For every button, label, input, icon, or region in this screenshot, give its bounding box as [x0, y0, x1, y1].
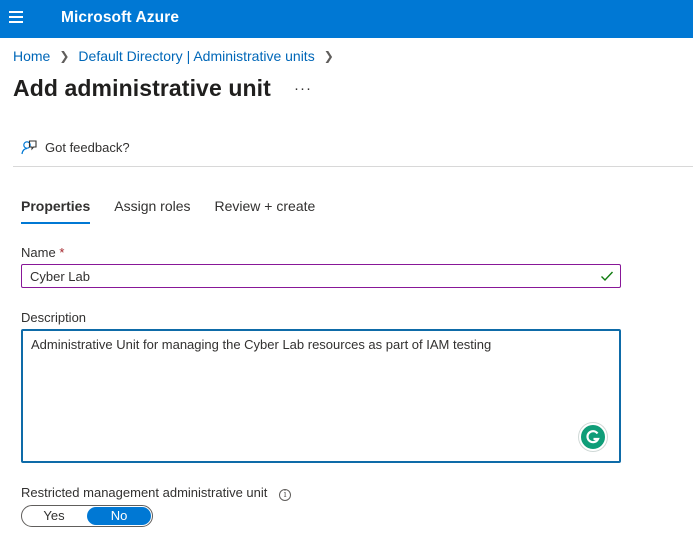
tab-assign-roles[interactable]: Assign roles: [114, 198, 190, 224]
top-navigation-bar: Microsoft Azure: [0, 0, 693, 38]
restricted-management-toggle[interactable]: Yes No: [21, 505, 153, 527]
chevron-right-icon: ❯: [323, 49, 334, 63]
section-divider: [13, 166, 693, 167]
description-value: Administrative Unit for managing the Cyb…: [31, 337, 492, 352]
restricted-management-label-text: Restricted management administrative uni…: [21, 485, 268, 500]
brand-title[interactable]: Microsoft Azure: [61, 9, 179, 27]
restricted-management-label: Restricted management administrative uni…: [21, 485, 292, 501]
description-label: Description: [21, 310, 87, 325]
name-input[interactable]: Cyber Lab: [21, 264, 621, 288]
feedback-person-icon: [21, 140, 37, 155]
toggle-option-yes[interactable]: Yes: [22, 506, 86, 526]
tab-review-create[interactable]: Review + create: [215, 198, 316, 224]
name-input-value: Cyber Lab: [30, 268, 90, 284]
hamburger-menu-icon[interactable]: [9, 11, 25, 27]
name-label: Name *: [21, 245, 64, 260]
more-options-button[interactable]: ···: [294, 80, 312, 97]
name-label-text: Name: [21, 245, 56, 260]
valid-checkmark-icon: [601, 271, 614, 282]
chevron-right-icon: ❯: [59, 49, 70, 63]
grammarly-icon[interactable]: [579, 423, 607, 451]
got-feedback-button[interactable]: Got feedback?: [21, 139, 130, 155]
page-title: Add administrative unit: [13, 75, 271, 101]
required-asterisk: *: [59, 245, 65, 260]
toggle-option-no[interactable]: No: [87, 507, 151, 525]
got-feedback-label: Got feedback?: [45, 139, 130, 155]
breadcrumb-home[interactable]: Home: [13, 48, 50, 64]
grammarly-g-glyph-icon: [586, 430, 600, 444]
breadcrumb-administrative-units[interactable]: Default Directory | Administrative units: [78, 48, 314, 64]
info-icon[interactable]: i: [279, 489, 292, 501]
breadcrumb: Home ❯ Default Directory | Administrativ…: [13, 48, 343, 64]
tab-strip: Properties Assign roles Review + create: [21, 198, 339, 224]
tab-properties[interactable]: Properties: [21, 198, 91, 224]
description-textarea[interactable]: Administrative Unit for managing the Cyb…: [21, 329, 621, 463]
